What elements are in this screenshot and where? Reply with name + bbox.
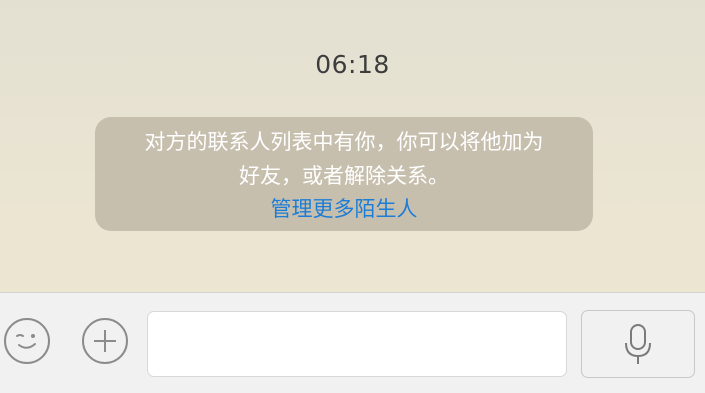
message-timestamp: 06:18 [315,50,390,79]
manage-strangers-link[interactable]: 管理更多陌生人 [95,193,593,225]
emoji-button[interactable] [4,318,50,364]
system-notice: 对方的联系人列表中有你，你可以将他加为 好友，或者解除关系。 管理更多陌生人 [95,117,593,231]
voice-input-button[interactable] [581,310,695,378]
notice-text-line-2: 好友，或者解除关系。 [239,164,449,188]
message-text-input[interactable] [147,311,567,377]
plus-circle-icon [94,330,116,352]
chat-area: 06:18 对方的联系人列表中有你，你可以将他加为 好友，或者解除关系。 管理更… [0,0,705,292]
more-functions-button[interactable] [82,318,128,364]
chat-input-bar [0,292,705,393]
notice-text-line-1: 对方的联系人列表中有你，你可以将他加为 [144,130,544,154]
emoji-wink-icon [16,334,36,349]
microphone-icon [625,324,651,364]
